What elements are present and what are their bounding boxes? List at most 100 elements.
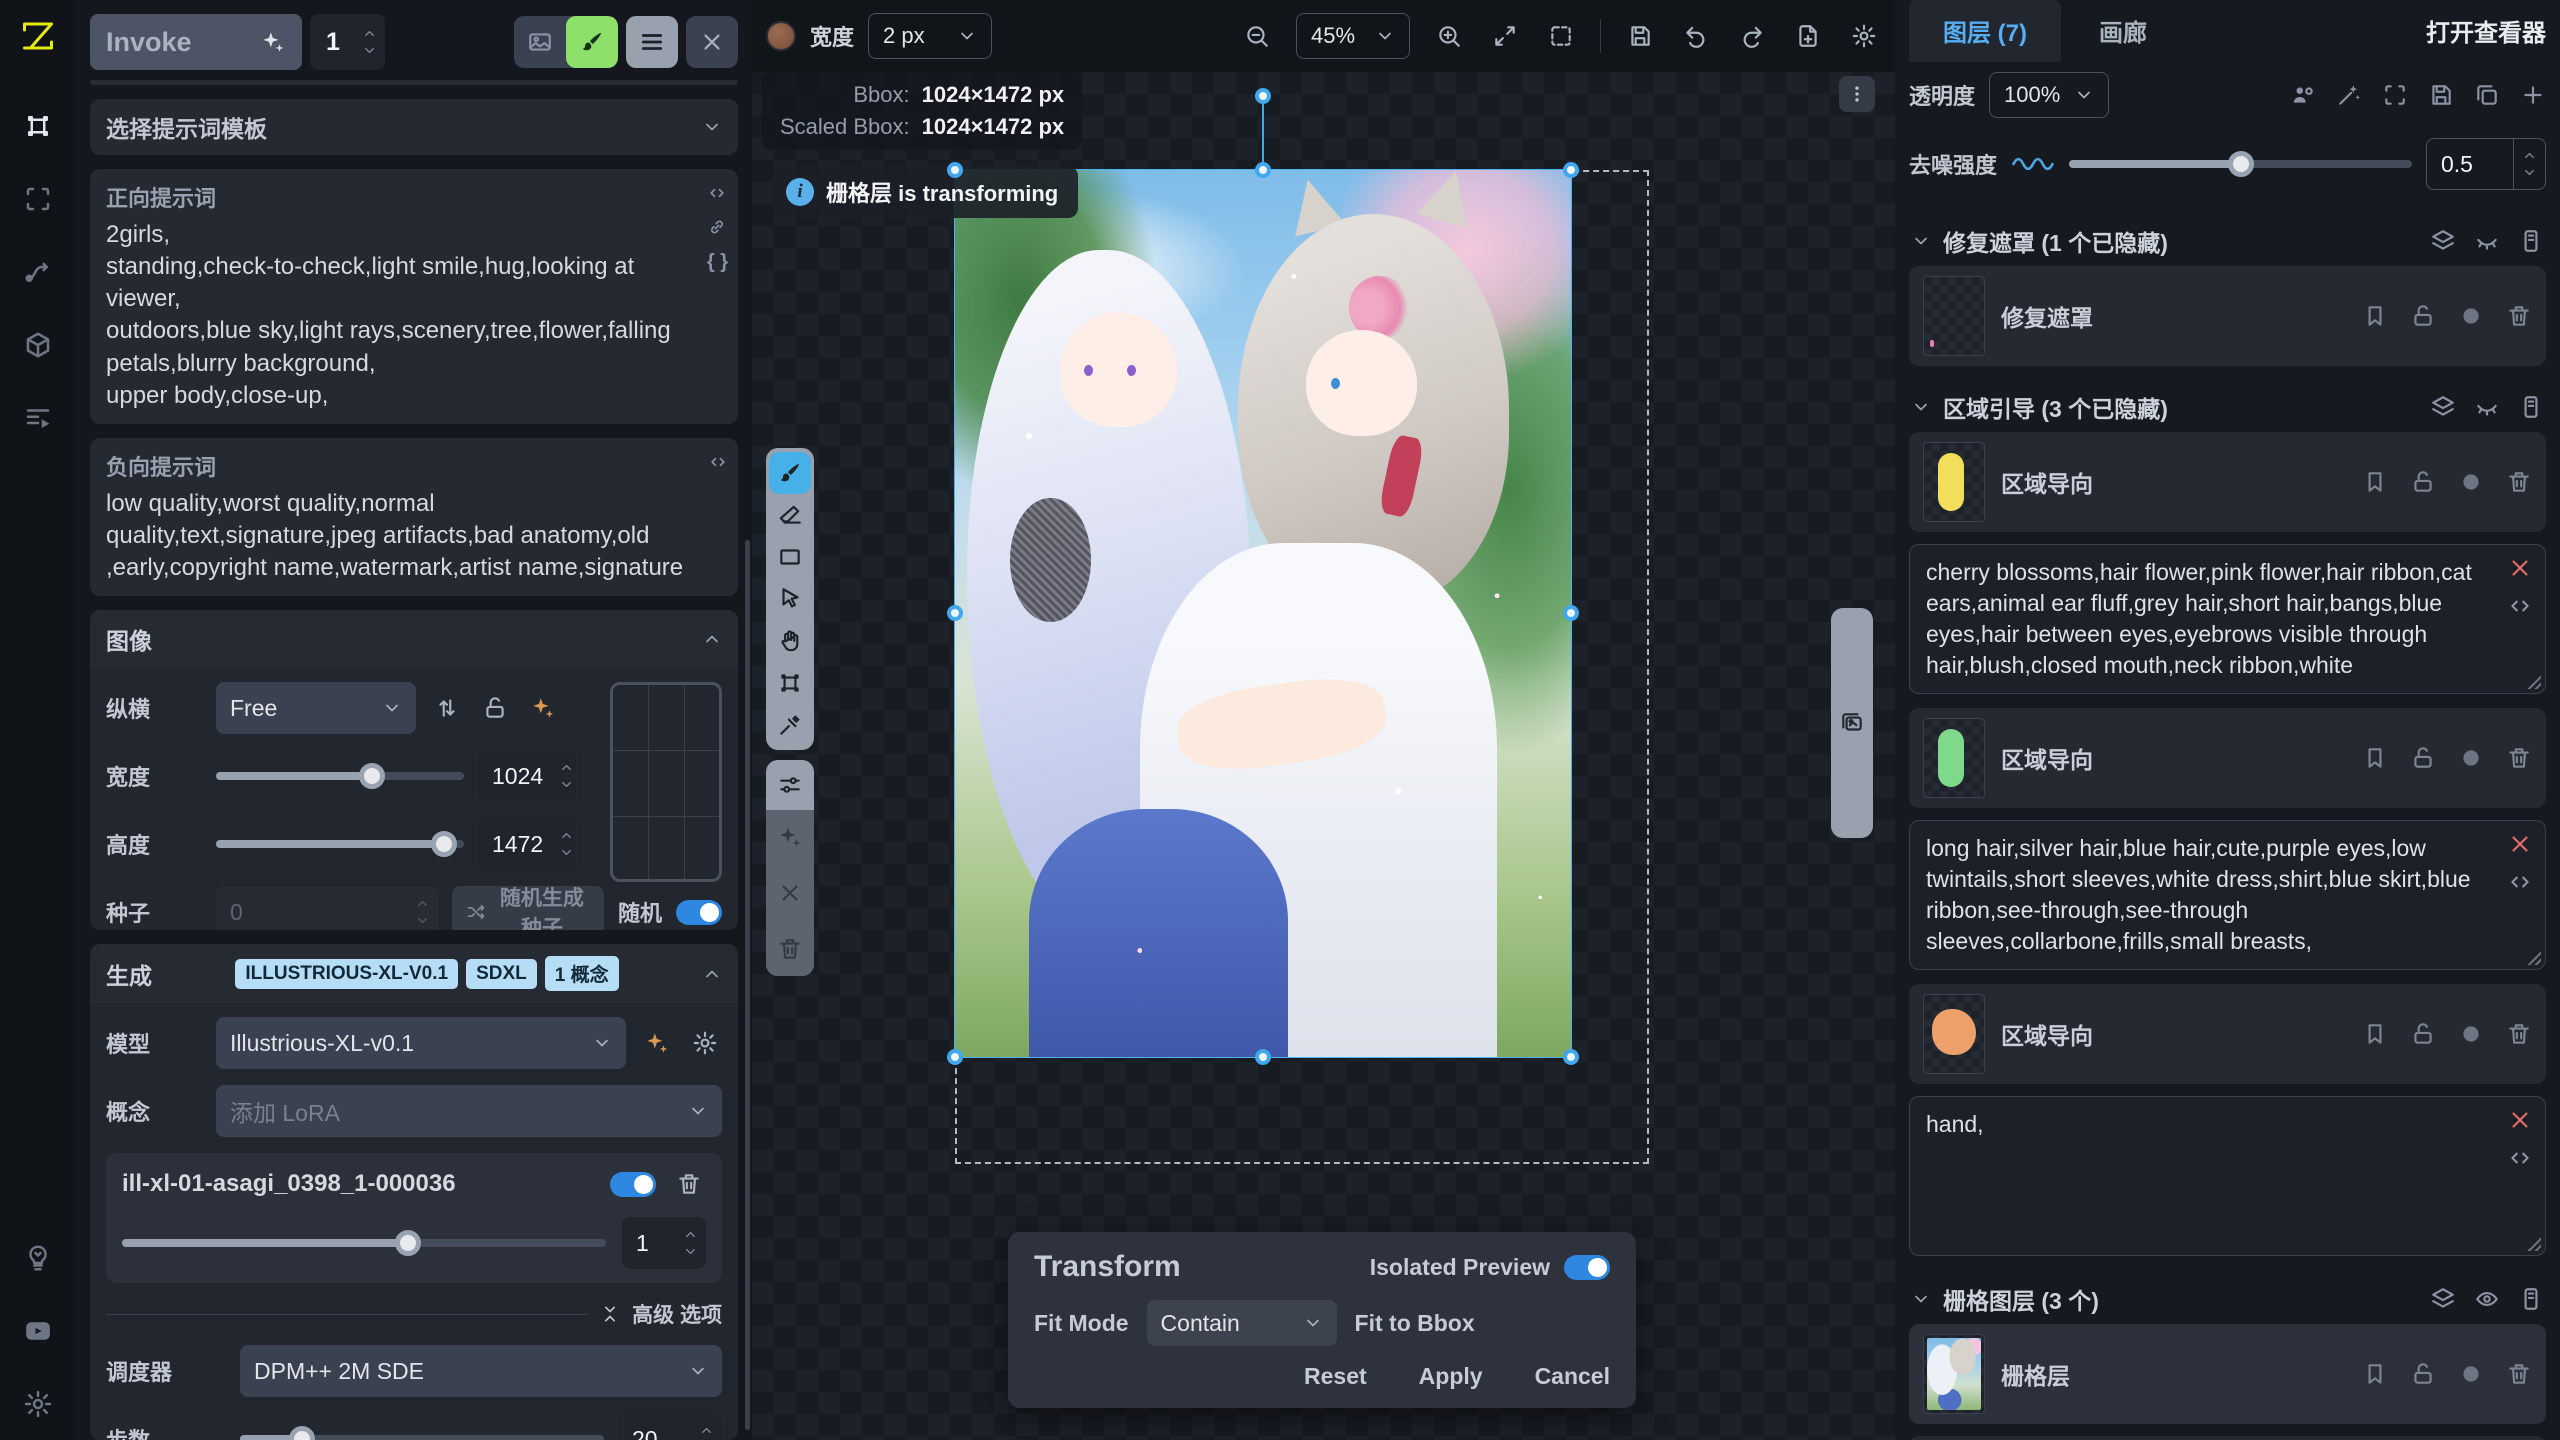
wand-icon[interactable] — [2336, 82, 2362, 108]
resize-handle[interactable] — [2525, 949, 2541, 965]
model-select[interactable]: Illustrious-XL-v0.1 — [216, 1017, 626, 1069]
filter-tool[interactable] — [769, 764, 811, 806]
transform-handle-sw[interactable] — [947, 1049, 963, 1065]
visibility-dot-icon[interactable] — [2458, 1361, 2484, 1387]
lora-weight-input[interactable]: 1 — [622, 1217, 706, 1269]
code-icon[interactable] — [2507, 593, 2533, 619]
layers-icon[interactable] — [2430, 228, 2456, 254]
model-settings-button[interactable] — [688, 1026, 722, 1060]
reset-button[interactable]: Reset — [1304, 1363, 1367, 1390]
optimize-size-button[interactable] — [526, 691, 560, 725]
add-layer-icon[interactable] — [2520, 82, 2546, 108]
color-picker-tool[interactable] — [769, 704, 811, 746]
code-icon[interactable] — [2507, 869, 2533, 895]
regional-section-header[interactable]: 区域引导 (3 个已隐藏) — [1909, 378, 2546, 432]
rect-tool[interactable] — [769, 536, 811, 578]
menu-button[interactable] — [626, 16, 678, 68]
height-input[interactable]: 1472 — [478, 818, 582, 870]
eye-closed-icon[interactable] — [2474, 394, 2500, 420]
raster-layer-row[interactable]: 栅格层 — [1909, 1324, 2546, 1424]
rotate-handle[interactable] — [1255, 88, 1271, 104]
whats-new-icon[interactable] — [23, 1243, 53, 1278]
brush-width-select[interactable]: 2 px — [868, 13, 992, 59]
layers-icon[interactable] — [2430, 394, 2456, 420]
transform-handle-e[interactable] — [1563, 605, 1579, 621]
opacity-select[interactable]: 100% — [1989, 72, 2109, 118]
board-icon[interactable] — [2518, 1286, 2544, 1312]
lora-delete-button[interactable] — [672, 1167, 706, 1201]
image-section-header[interactable]: 图像 — [90, 610, 738, 668]
save-icon[interactable] — [2428, 82, 2454, 108]
board-icon[interactable] — [2518, 228, 2544, 254]
raster-layer-row[interactable]: 栅格层 — [1909, 1436, 2546, 1440]
zoom-in-button[interactable] — [1432, 19, 1466, 53]
apply-button[interactable]: Apply — [1419, 1363, 1483, 1390]
braces-icon[interactable]: { } — [707, 251, 728, 274]
undo-button[interactable] — [1679, 19, 1713, 53]
gallery-panel-toggle[interactable] — [1831, 608, 1873, 838]
settings-icon[interactable] — [23, 1389, 53, 1424]
cancel-button[interactable]: Cancel — [1535, 1363, 1610, 1390]
inpaint-mask-layer-row[interactable]: 修复遮罩 — [1909, 266, 2546, 366]
transform-handle-n[interactable] — [1255, 162, 1271, 178]
brush-mode-button[interactable] — [566, 16, 618, 68]
new-session-button[interactable] — [1791, 19, 1825, 53]
copy-icon[interactable] — [2474, 82, 2500, 108]
raster-section-header[interactable]: 栅格图层 (3 个) — [1909, 1270, 2546, 1324]
eye-closed-icon[interactable] — [2474, 228, 2500, 254]
move-tool[interactable] — [769, 578, 811, 620]
invoke-button[interactable]: Invoke — [90, 14, 302, 70]
denoise-input[interactable]: 0.5 — [2426, 138, 2546, 190]
regional-prompt-textarea[interactable]: long hair,silver hair,blue hair,cute,pur… — [1909, 820, 2546, 970]
positive-prompt-input[interactable]: 2girls, standing,check-to-check,light sm… — [106, 219, 722, 412]
canvas-settings-button[interactable] — [1847, 19, 1881, 53]
model-sparkle-button[interactable] — [640, 1026, 674, 1060]
code-icon[interactable] — [707, 183, 727, 203]
transform-handle-w[interactable] — [947, 605, 963, 621]
lock-icon[interactable] — [2410, 745, 2436, 771]
cancel-queue-button[interactable] — [686, 16, 738, 68]
steps-input[interactable]: 20 — [618, 1413, 722, 1440]
zoom-out-button[interactable] — [1240, 19, 1274, 53]
generation-advanced-options[interactable]: 高级 选项 — [106, 1299, 722, 1329]
visibility-dot-icon[interactable] — [2458, 1021, 2484, 1047]
bbox-tool[interactable] — [769, 662, 811, 704]
trash-icon[interactable] — [2506, 745, 2532, 771]
lock-icon[interactable] — [2410, 1021, 2436, 1047]
seed-input[interactable]: 0 — [216, 886, 438, 930]
nav-workflows-icon[interactable] — [23, 257, 53, 292]
brush-tool[interactable] — [769, 452, 811, 494]
nav-upscale-icon[interactable] — [23, 184, 53, 219]
random-seed-toggle[interactable] — [676, 900, 722, 925]
aspect-select[interactable]: Free — [216, 682, 416, 734]
regional-layer-row[interactable]: 区域导向 — [1909, 432, 2546, 532]
lora-enabled-toggle[interactable] — [610, 1172, 656, 1197]
visibility-dot-icon[interactable] — [2458, 303, 2484, 329]
regional-prompt-textarea[interactable]: hand, — [1909, 1096, 2546, 1256]
trash-icon[interactable] — [2506, 1361, 2532, 1387]
nav-canvas-icon[interactable] — [23, 111, 53, 146]
redo-button[interactable] — [1735, 19, 1769, 53]
regional-prompt-textarea[interactable]: cherry blossoms,hair flower,pink flower,… — [1909, 544, 2546, 694]
remove-prompt-icon[interactable] — [2507, 1107, 2533, 1133]
add-lora-select[interactable]: 添加 LoRA — [216, 1085, 722, 1137]
lock-aspect-button[interactable] — [478, 691, 512, 725]
video-tutorials-icon[interactable] — [23, 1316, 53, 1351]
open-viewer-button[interactable]: 打开查看器 — [2426, 13, 2546, 62]
nav-queue-icon[interactable] — [23, 403, 53, 438]
negative-prompt-input[interactable]: low quality,worst quality,normal quality… — [106, 488, 722, 584]
image-mode-button[interactable] — [514, 16, 566, 68]
transform-handle-ne[interactable] — [1563, 162, 1579, 178]
bookmark-icon[interactable] — [2362, 303, 2388, 329]
layers-icon[interactable] — [2430, 1286, 2456, 1312]
transform-handle-nw[interactable] — [947, 162, 963, 178]
prompt-template-select[interactable]: 选择提示词模板 — [90, 99, 738, 155]
tab-layers[interactable]: 图层 (7) — [1909, 0, 2061, 62]
swap-dimensions-button[interactable] — [430, 691, 464, 725]
denoise-slider[interactable] — [2069, 160, 2412, 168]
process-tool[interactable] — [769, 816, 811, 858]
queue-count-stepper[interactable]: 1 — [310, 14, 385, 70]
inpaint-section-header[interactable]: 修复遮罩 (1 个已隐藏) — [1909, 212, 2546, 266]
code-icon[interactable] — [2507, 1145, 2533, 1171]
trash-icon[interactable] — [2506, 469, 2532, 495]
